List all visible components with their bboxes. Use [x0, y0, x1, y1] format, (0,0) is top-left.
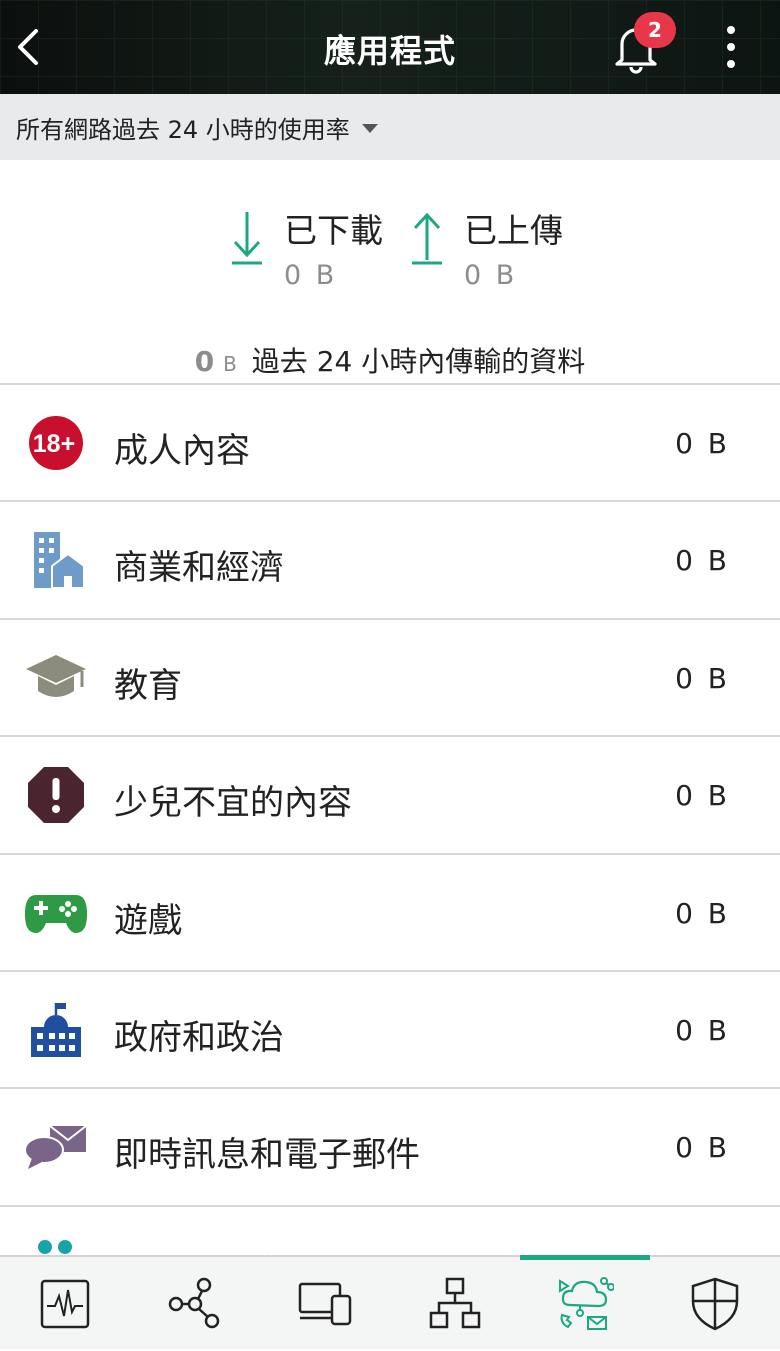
category-size: 0 B	[675, 427, 730, 460]
category-size: 0 B	[675, 896, 730, 930]
category-name: 遊戲	[114, 900, 182, 941]
list-item-mature[interactable]: 少兒不宜的內容 0 B	[0, 737, 780, 855]
app-header: 應用程式 2	[0, 0, 780, 94]
adult-18-icon: 18+	[24, 412, 88, 474]
category-size: 0 B	[675, 544, 730, 578]
notification-count-badge[interactable]: 2	[634, 12, 676, 48]
graduation-cap-icon	[24, 647, 88, 709]
caret-down-icon	[361, 123, 378, 133]
category-name: 孩子和家庭	[114, 1245, 284, 1255]
devices-icon	[298, 1282, 352, 1326]
list-item-education[interactable]: 教育 0 B	[0, 620, 780, 738]
network-time-filter-dropdown[interactable]: 所有網路過去 24 小時的使用率	[0, 94, 780, 160]
category-name: 少兒不宜的內容	[114, 783, 352, 824]
uploaded-value: 0 B	[464, 260, 518, 291]
list-item-adult[interactable]: 18+ 成人內容 0 B	[0, 385, 780, 503]
tab-security[interactable]	[650, 1257, 780, 1351]
family-icon	[24, 1234, 88, 1255]
list-item-messaging[interactable]: 即時訊息和電子郵件 0 B	[0, 1089, 780, 1207]
category-size: 0 B	[675, 1131, 730, 1165]
download-arrow-icon	[232, 212, 262, 265]
list-item-games[interactable]: 遊戲 0 B	[0, 855, 780, 972]
downloaded-value: 0 B	[284, 260, 338, 291]
kebab-dot	[727, 60, 735, 68]
kebab-dot	[727, 26, 735, 34]
warning-octagon-icon	[24, 764, 88, 826]
tab-apps[interactable]	[520, 1255, 650, 1351]
usage-summary: 已下載 0 B 已上傳 0 B 0 B 過去 24 小時內傳輸的資料	[0, 160, 780, 384]
security-shield-icon	[691, 1277, 739, 1331]
list-item-family[interactable]: 孩子和家庭	[0, 1207, 780, 1255]
activity-icon	[40, 1279, 90, 1329]
more-options-button[interactable]	[718, 26, 744, 68]
business-building-icon	[24, 529, 88, 591]
tab-devices[interactable]	[260, 1257, 390, 1351]
network-icon	[168, 1277, 220, 1329]
tab-topology[interactable]	[390, 1257, 520, 1351]
category-size: 0 B	[675, 779, 730, 813]
category-name: 商業和經濟	[114, 548, 284, 589]
list-item-business[interactable]: 商業和經濟 0 B	[0, 502, 780, 620]
svg-text:18+: 18+	[33, 430, 75, 458]
topology-icon	[429, 1277, 481, 1329]
gamepad-icon	[24, 882, 88, 944]
chat-mail-icon	[24, 1116, 88, 1178]
category-size: 0 B	[675, 661, 730, 695]
total-caption: 過去 24 小時內傳輸的資料	[251, 345, 586, 378]
category-name: 教育	[114, 665, 182, 706]
list-item-government[interactable]: 政府和政治 0 B	[0, 972, 780, 1090]
category-name: 即時訊息和電子郵件	[114, 1135, 420, 1176]
bottom-tab-bar	[0, 1255, 780, 1349]
downloaded-label: 已下載	[284, 211, 383, 250]
category-list[interactable]: 18+ 成人內容 0 B 商業和經濟 0 B 教育 0 B 少兒不宜的內容 0 …	[0, 383, 780, 1255]
category-name: 政府和政治	[114, 1017, 284, 1058]
filter-label: 所有網路過去 24 小時的使用率	[16, 115, 350, 144]
tab-activity[interactable]	[0, 1257, 130, 1351]
uploaded-label: 已上傳	[464, 211, 563, 250]
category-size: 0 B	[675, 1013, 730, 1047]
upload-arrow-icon	[412, 212, 442, 265]
category-name: 成人內容	[114, 431, 250, 471]
tab-network[interactable]	[130, 1257, 260, 1351]
total-unit: B	[223, 352, 237, 376]
total-transfer: 0 B 過去 24 小時內傳輸的資料	[0, 340, 780, 380]
government-building-icon	[24, 999, 88, 1061]
apps-icon	[559, 1277, 614, 1330]
total-number: 0	[194, 345, 215, 378]
kebab-dot	[727, 43, 735, 51]
